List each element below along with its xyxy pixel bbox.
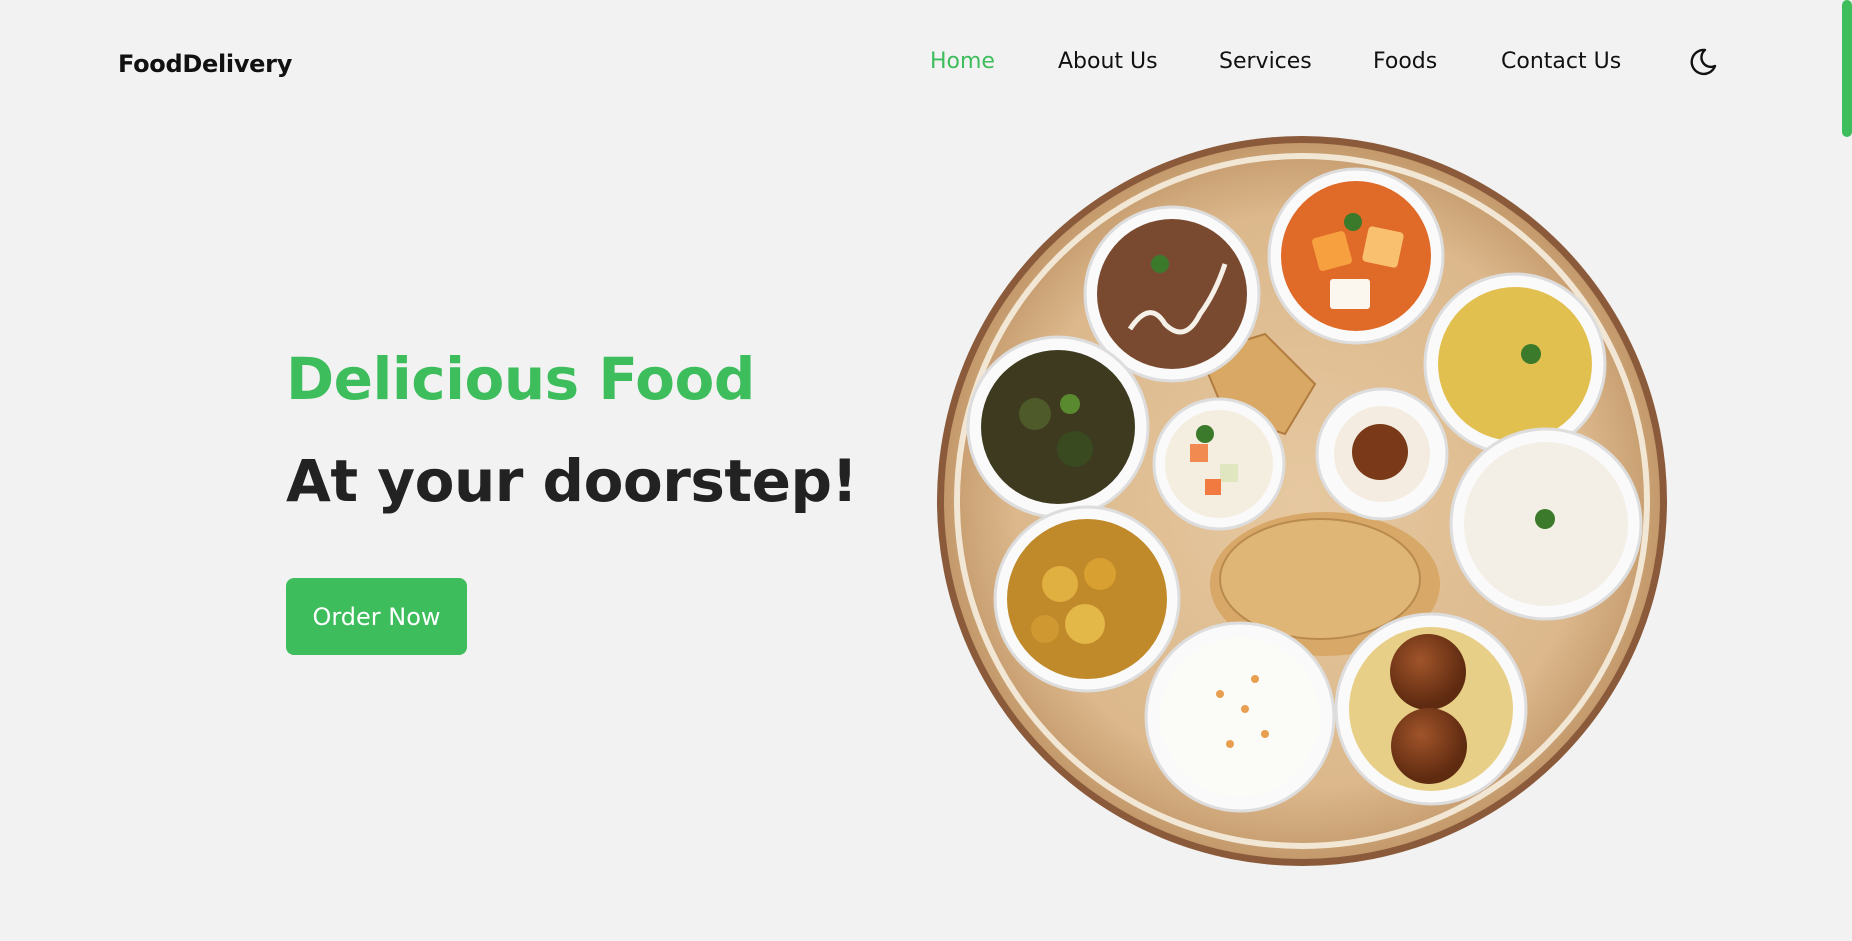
hero-title: Delicious Food	[286, 345, 755, 413]
hero-subtitle: At your doorstep!	[286, 447, 858, 515]
theme-toggle-button[interactable]	[1688, 47, 1718, 77]
nav-foods[interactable]: Foods	[1373, 49, 1437, 74]
order-now-button[interactable]: Order Now	[286, 578, 467, 655]
page: FoodDelivery Home About Us Services Food…	[0, 0, 1852, 941]
nav-services[interactable]: Services	[1219, 49, 1312, 74]
nav-contact-us[interactable]: Contact Us	[1501, 49, 1621, 74]
nav-home[interactable]: Home	[930, 49, 995, 74]
moon-icon	[1690, 48, 1717, 76]
nav-about-us[interactable]: About Us	[1058, 49, 1158, 74]
navbar: FoodDelivery Home About Us Services Food…	[0, 0, 1852, 130]
thali-plate-image	[937, 136, 1667, 866]
nav-links: Home About Us Services Foods Contact Us	[0, 49, 1852, 79]
scrollbar-thumb[interactable]	[1842, 0, 1852, 137]
scrollbar[interactable]	[1839, 0, 1852, 941]
